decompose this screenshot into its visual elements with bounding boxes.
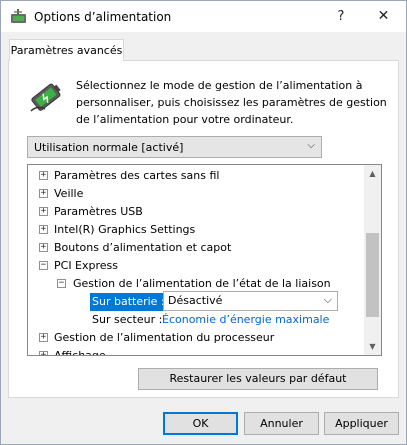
vertical-scrollbar[interactable]: ▲ ▼ [364, 165, 381, 355]
expand-icon[interactable]: + [39, 207, 48, 216]
collapse-icon[interactable]: − [39, 261, 48, 270]
tree-item-label: Intel(R) Graphics Settings [54, 223, 196, 236]
power-plan-select[interactable]: Utilisation normale [activé] ⌵ [27, 136, 322, 158]
power-plan-value: Utilisation normale [activé] [34, 141, 184, 154]
on-battery-value: Désactivé [168, 294, 223, 307]
plugged-in-value-link[interactable]: Économie d’énergie maximale [162, 311, 329, 329]
on-battery-label: Sur batterie : [90, 293, 167, 311]
scroll-down-icon[interactable]: ▼ [364, 338, 381, 355]
tree-item-label: Paramètres USB [54, 205, 143, 218]
battery-power-icon [30, 83, 61, 112]
help-button[interactable]: ? [321, 1, 361, 32]
power-options-icon [11, 9, 26, 23]
window-title: Options d’alimentation [34, 10, 172, 24]
expand-icon[interactable]: + [39, 333, 48, 342]
chevron-down-icon: ⌵ [307, 140, 315, 151]
tree-item-label: Paramètres des cartes sans fil [54, 169, 220, 182]
expand-icon[interactable]: + [39, 351, 48, 355]
settings-tree[interactable]: + Paramètres des cartes sans fil + Veill… [27, 164, 382, 356]
tree-item-label: Boutons d’alimentation et capot [54, 241, 232, 254]
collapse-icon[interactable]: − [57, 279, 66, 288]
scroll-up-icon[interactable]: ▲ [364, 165, 381, 182]
scroll-thumb[interactable] [366, 233, 379, 317]
expand-icon[interactable]: + [39, 225, 48, 234]
close-button[interactable]: ✕ [361, 1, 406, 32]
tree-item-label: Gestion de l’alimentation du processeur [54, 331, 275, 344]
on-battery-select[interactable]: Désactivé ⌵ [163, 291, 338, 311]
cancel-button[interactable]: Annuler [244, 412, 319, 435]
tree-item-label: Affichage [54, 349, 106, 356]
power-options-window: Options d’alimentation ? ✕ Paramètres av… [0, 0, 407, 445]
description-text: Sélectionnez le mode de gestion de l’ali… [76, 79, 387, 126]
restore-defaults-button[interactable]: Restaurer les valeurs par défaut [138, 368, 378, 390]
expand-icon[interactable]: + [39, 243, 48, 252]
tree-item-label: PCI Express [54, 259, 119, 272]
apply-button[interactable]: Appliquer [324, 412, 399, 435]
expand-icon[interactable]: + [39, 171, 48, 180]
ok-button[interactable]: OK [163, 412, 238, 435]
title-bar: Options d’alimentation ? ✕ [1, 1, 406, 32]
expand-icon[interactable]: + [39, 189, 48, 198]
chevron-down-icon: ⌵ [323, 293, 332, 306]
tab-advanced-settings[interactable]: Paramètres avancés [9, 39, 124, 61]
tree-item-label: Veille [54, 187, 84, 200]
plugged-in-label: Sur secteur : [92, 313, 163, 326]
